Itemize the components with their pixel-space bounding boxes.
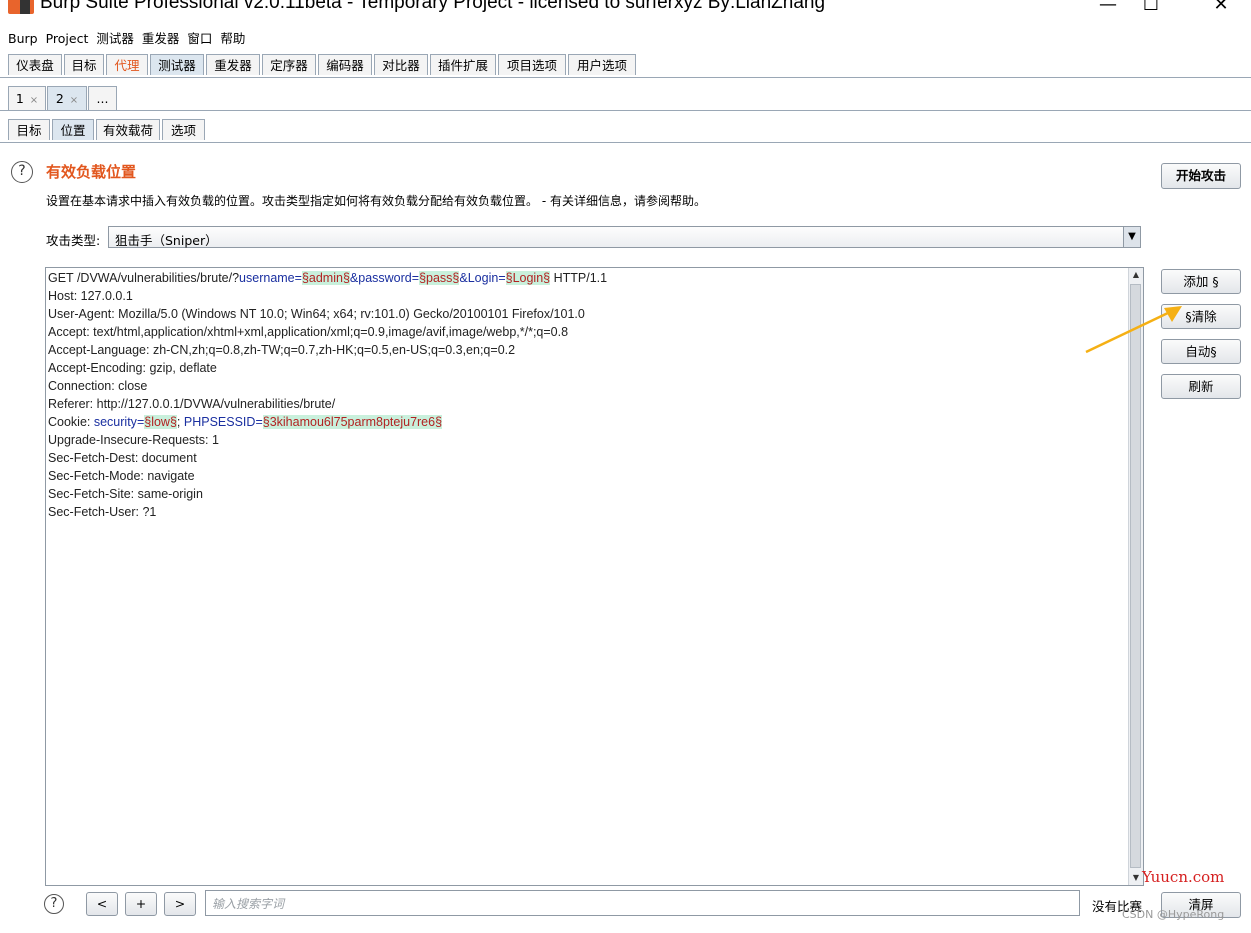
menu-intruder[interactable]: 测试器 — [92, 26, 138, 49]
close-tab-icon[interactable]: × — [70, 95, 78, 106]
header-line: Upgrade-Insecure-Requests: 1 — [48, 433, 219, 447]
menu-bar: Burp Project 测试器 重发器 窗口 帮助 — [0, 26, 1251, 46]
search-add-button[interactable]: + — [125, 892, 157, 916]
start-attack-button[interactable]: 开始攻击 — [1161, 163, 1241, 189]
tab-proxy[interactable]: 代理 — [106, 54, 148, 75]
param-key: Login — [467, 271, 499, 285]
tab-extender[interactable]: 插件扩展 — [430, 54, 496, 75]
sub-tab-bar: 目标 位置 有效载荷 选项 — [0, 117, 1251, 143]
tab-project-options[interactable]: 项目选项 — [498, 54, 566, 75]
header-line: Cookie: — [48, 415, 94, 429]
attack-type-label: 攻击类型: — [46, 233, 101, 248]
subtab-target[interactable]: 目标 — [8, 119, 50, 140]
param-sep: & — [349, 271, 359, 285]
header-line: Sec-Fetch-Mode: navigate — [48, 469, 195, 483]
menu-help[interactable]: 帮助 — [216, 26, 249, 49]
param-sep: & — [459, 271, 468, 285]
search-input[interactable] — [210, 892, 1074, 916]
positions-panel: ? 有效负载位置 设置在基本请求中插入有效负载的位置。攻击类型指定如何将有效负载… — [0, 150, 1251, 933]
add-marker-button[interactable]: 添加 § — [1161, 269, 1241, 294]
annotation-arrow-icon — [1085, 306, 1182, 354]
request-text[interactable]: GET /DVWA/vulnerabilities/brute/?usernam… — [48, 269, 607, 521]
cookie-key: PHPSESSID — [183, 415, 256, 429]
tab-target[interactable]: 目标 — [64, 54, 104, 75]
menu-burp[interactable]: Burp — [4, 29, 42, 48]
menu-window[interactable]: 窗口 — [183, 26, 216, 49]
payload-marker: §pass§ — [419, 271, 460, 285]
close-tab-icon[interactable]: × — [30, 95, 38, 106]
payload-marker: §Login§ — [505, 271, 551, 285]
header-line: Sec-Fetch-Site: same-origin — [48, 487, 203, 501]
search-help-icon[interactable]: ? — [44, 894, 64, 914]
search-field[interactable] — [205, 890, 1080, 916]
header-line: Sec-Fetch-User: ?1 — [48, 505, 157, 519]
payload-marker: §3kihamou6l75parm8pteju7re6§ — [262, 415, 443, 429]
tab-repeater[interactable]: 重发器 — [206, 54, 260, 75]
header-line: Connection: close — [48, 379, 148, 393]
session-tab-label: 1 — [15, 91, 24, 106]
header-line: Accept-Language: zh-CN,zh;q=0.8,zh-TW;q=… — [48, 343, 516, 357]
param-eq: = — [294, 271, 302, 285]
credit-watermark: CSDN @HypeRong — [1122, 908, 1225, 921]
window-title: Burp Suite Professional v2.0.11beta - Te… — [40, 0, 826, 13]
page-description: 设置在基本请求中插入有效负载的位置。攻击类型指定如何将有效负载分配给有效负载位置… — [46, 194, 706, 208]
header-line: Accept-Encoding: gzip, deflate — [48, 361, 217, 375]
session-tab-bar: 1 × 2 × ... — [0, 84, 1251, 111]
payload-marker: §low§ — [144, 415, 177, 429]
subtab-positions[interactable]: 位置 — [52, 119, 94, 140]
param-key: username — [239, 271, 295, 285]
param-key: password — [358, 271, 412, 285]
session-tab-1[interactable]: 1 × — [8, 86, 46, 110]
session-tab-label: 2 — [55, 91, 64, 106]
payload-marker: §admin§ — [301, 271, 350, 285]
refresh-button[interactable]: 刷新 — [1161, 374, 1241, 399]
maximize-button[interactable]: ☐ — [1128, 0, 1174, 15]
param-eq: = — [255, 415, 263, 429]
request-editor[interactable]: GET /DVWA/vulnerabilities/brute/?usernam… — [45, 267, 1144, 886]
tab-comparer[interactable]: 对比器 — [374, 54, 428, 75]
param-sep: ; — [176, 415, 184, 429]
param-eq: = — [498, 271, 506, 285]
scroll-up-icon[interactable]: ▲ — [1129, 268, 1143, 282]
tab-user-options[interactable]: 用户选项 — [568, 54, 636, 75]
site-watermark: Yuucn.com — [1142, 868, 1225, 886]
header-line: Sec-Fetch-Dest: document — [48, 451, 197, 465]
param-eq: = — [411, 271, 420, 285]
minimize-button[interactable]: — — [1085, 0, 1131, 15]
header-line: Host: 127.0.0.1 — [48, 289, 133, 303]
tab-sequencer[interactable]: 定序器 — [262, 54, 316, 75]
header-line: Referer: http://127.0.0.1/DVWA/vulnerabi… — [48, 397, 336, 411]
header-line: Accept: text/html,application/xhtml+xml,… — [48, 325, 569, 339]
request-line: GET /DVWA/vulnerabilities/brute/? — [48, 271, 240, 285]
tab-dashboard[interactable]: 仪表盘 — [8, 54, 62, 75]
chevron-down-icon[interactable]: ▼ — [1123, 227, 1140, 247]
search-next-button[interactable]: > — [164, 892, 196, 916]
page-title: 有效负载位置 — [46, 163, 137, 181]
title-bar: Burp Suite Professional v2.0.11beta - Te… — [0, 0, 1251, 22]
close-button[interactable]: ✕ — [1198, 0, 1244, 15]
subtab-payloads[interactable]: 有效载荷 — [96, 119, 160, 140]
scroll-thumb[interactable] — [1130, 284, 1141, 868]
menu-project[interactable]: Project — [42, 29, 93, 48]
attack-type-value: 狙击手（Sniper） — [115, 233, 218, 248]
new-session-tab[interactable]: ... — [88, 86, 117, 110]
header-line: User-Agent: Mozilla/5.0 (Windows NT 10.0… — [48, 307, 585, 321]
help-icon[interactable]: ? — [11, 161, 33, 183]
burp-logo-icon — [8, 0, 34, 14]
session-tab-2[interactable]: 2 × — [47, 86, 87, 110]
search-prev-button[interactable]: < — [86, 892, 118, 916]
scroll-down-icon[interactable]: ▼ — [1129, 871, 1143, 885]
main-tab-bar: 仪表盘 目标 代理 测试器 重发器 定序器 编码器 对比器 插件扩展 项目选项 … — [0, 52, 1251, 78]
menu-repeater[interactable]: 重发器 — [138, 26, 184, 49]
request-line: HTTP/1.1 — [550, 271, 608, 285]
cookie-key: security — [93, 415, 137, 429]
tab-intruder[interactable]: 测试器 — [150, 54, 204, 75]
subtab-options[interactable]: 选项 — [162, 119, 205, 140]
tab-decoder[interactable]: 编码器 — [318, 54, 372, 75]
attack-type-select[interactable]: 狙击手（Sniper） ▼ — [108, 226, 1141, 248]
